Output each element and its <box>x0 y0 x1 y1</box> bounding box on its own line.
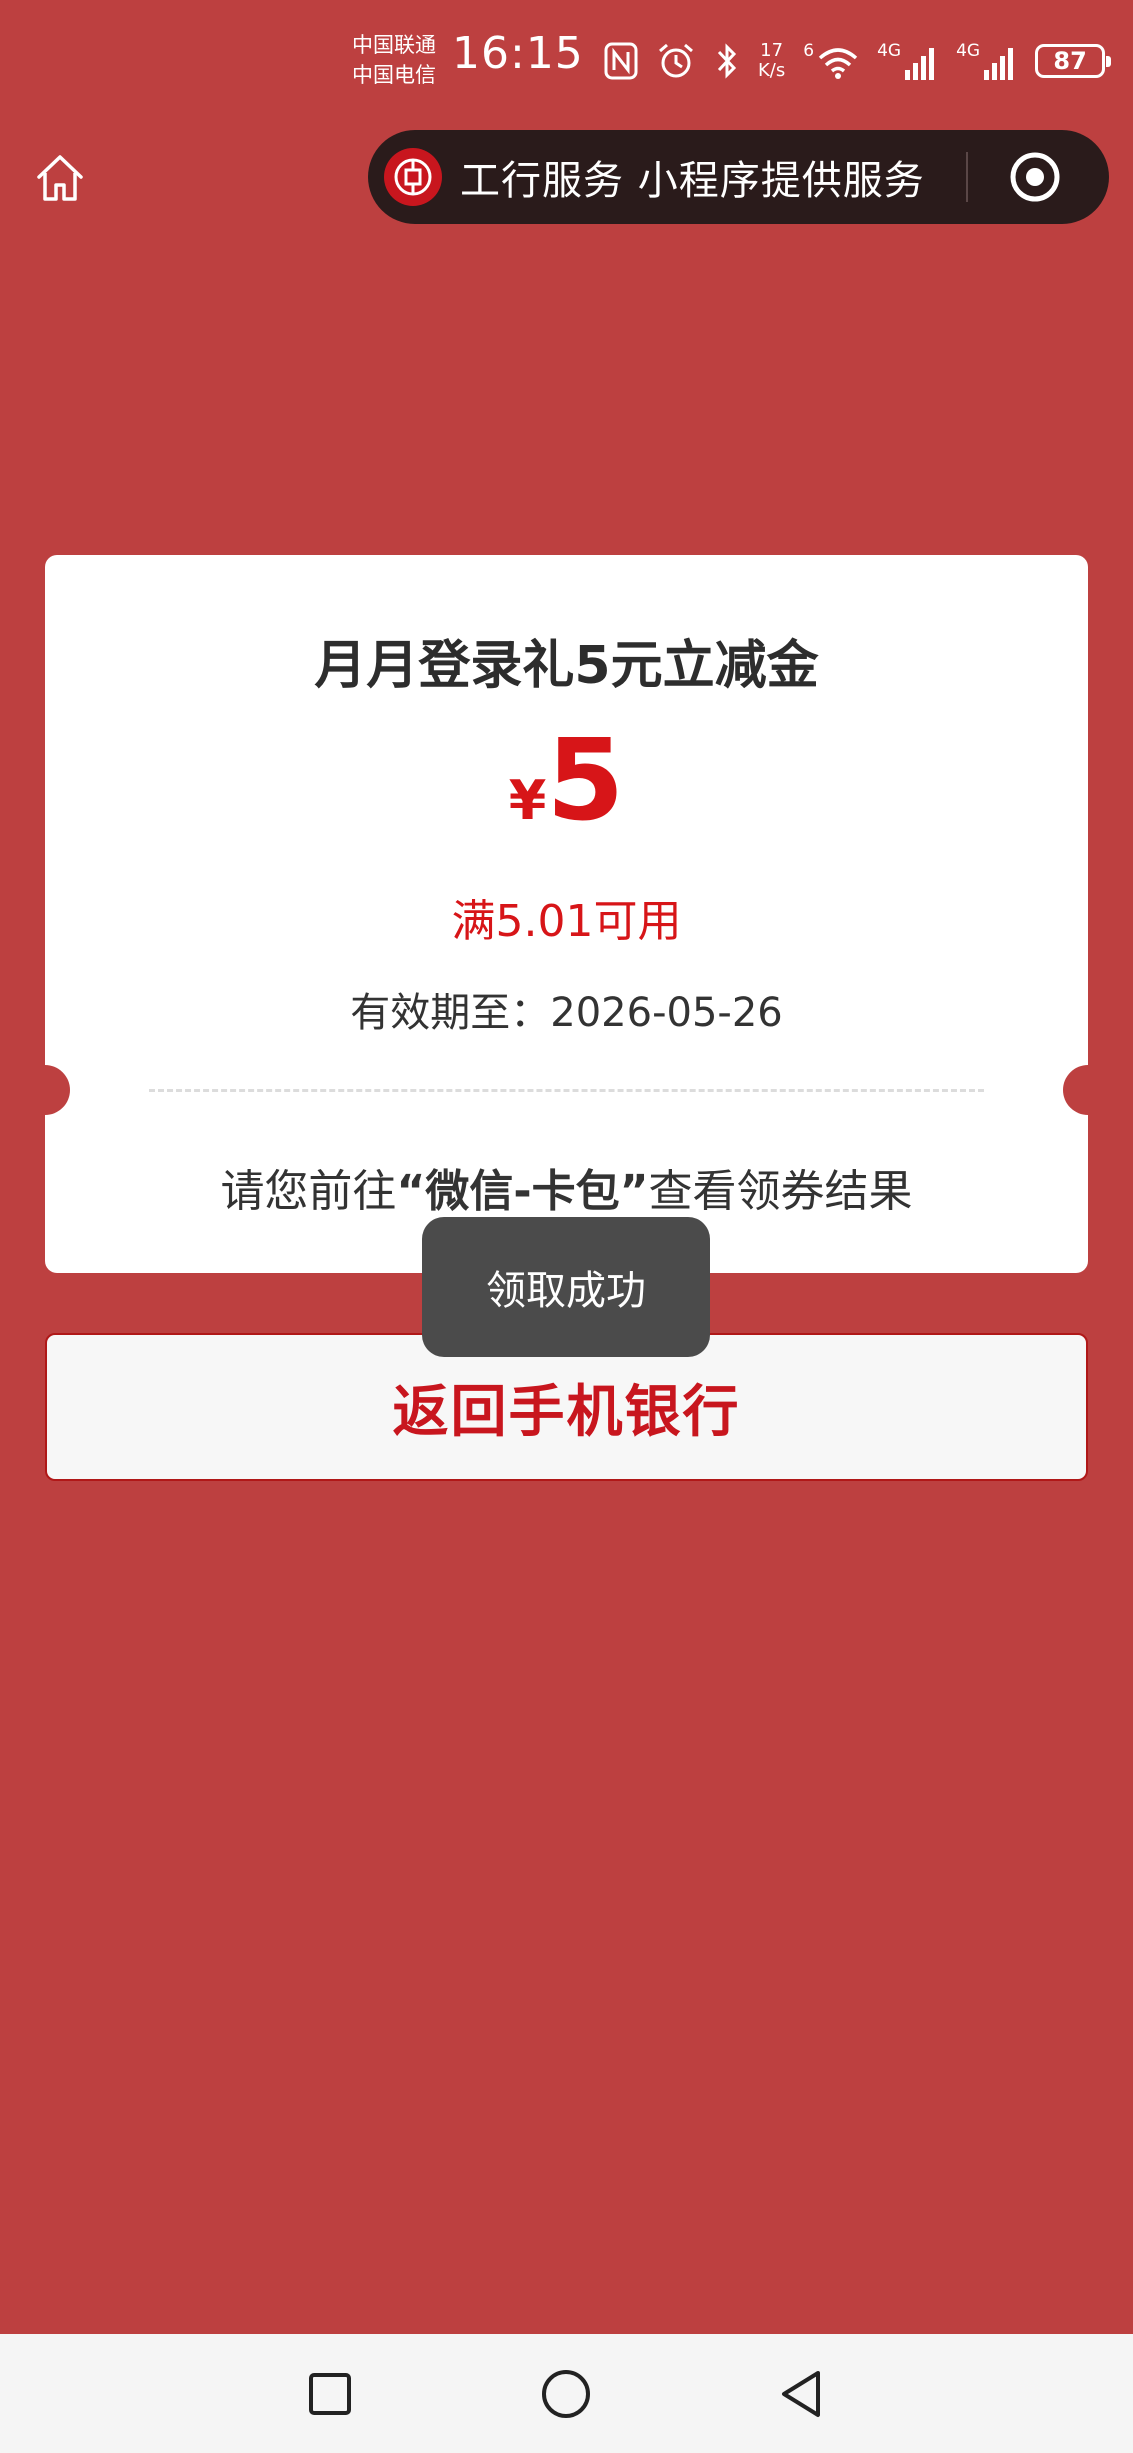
cellular-1-label: 4G <box>877 40 902 61</box>
network-speed: 17 K/s <box>758 41 785 81</box>
carrier-2: 中国电信 <box>352 63 436 87</box>
success-toast: 领取成功 <box>422 1217 710 1357</box>
wifi-icon <box>818 47 858 79</box>
dashed-divider <box>149 1089 984 1092</box>
hint-prefix: 请您前往 <box>220 1166 397 1217</box>
validity-date: 2026-05-26 <box>550 990 783 1036</box>
amount-value: 5 <box>546 716 625 846</box>
signal-icon <box>905 47 935 80</box>
square-icon <box>309 2373 351 2415</box>
carrier-1: 中国联通 <box>352 33 436 57</box>
bluetooth-icon <box>714 42 740 80</box>
target-icon <box>1010 152 1060 202</box>
ticket-notch-right <box>1063 1065 1088 1115</box>
coupon-title: 月月登录礼5元立减金 <box>314 636 819 696</box>
status-bar: 中国联通 中国电信 16:15 17 K/s 6 4G 4G 87 <box>0 0 1133 125</box>
capsule-close-button[interactable] <box>1008 150 1062 204</box>
hint-emphasis: “微信-卡包” <box>396 1166 649 1217</box>
mini-program-capsule[interactable]: 工行服务 小程序提供服务 <box>368 130 1109 224</box>
currency-symbol: ¥ <box>508 769 547 832</box>
coupon-threshold: 满5.01可用 <box>451 896 682 947</box>
cellular-2-label: 4G <box>956 40 981 61</box>
icbc-logo-icon <box>384 148 442 206</box>
nfc-icon <box>604 42 638 80</box>
alarm-icon <box>656 41 696 81</box>
status-time: 16:15 <box>452 28 584 79</box>
ticket-notch-left <box>45 1065 70 1115</box>
coupon-hint: 请您前往“微信-卡包”查看领券结果 <box>45 1155 1088 1219</box>
carrier-labels: 中国联通 中国电信 <box>352 30 436 90</box>
coupon-card: 月月登录礼5元立减金 ¥5 满5.01可用 有效期至：2026-05-26 请您… <box>45 555 1088 1273</box>
status-icons: 17 K/s 6 4G 4G 87 <box>604 36 1112 86</box>
back-button[interactable] <box>766 2358 838 2430</box>
wifi-label: 6 <box>803 40 815 61</box>
capsule-divider <box>966 152 968 202</box>
speed-unit: K/s <box>758 60 786 81</box>
coupon-amount: ¥5 <box>45 725 1088 837</box>
back-triangle-icon <box>782 2371 820 2417</box>
system-navigation-bar <box>0 2334 1133 2453</box>
capsule-service-text: 工行服务 小程序提供服务 <box>460 158 925 204</box>
home-icon <box>37 155 83 201</box>
validity-label: 有效期至： <box>350 990 551 1036</box>
battery-icon: 87 <box>1035 44 1112 78</box>
wifi-indicator: 6 <box>803 40 859 80</box>
home-button[interactable] <box>30 148 90 208</box>
circle-icon <box>542 2370 590 2418</box>
recent-apps-button[interactable] <box>294 2358 366 2430</box>
speed-value: 17 <box>760 40 784 61</box>
home-nav-button[interactable] <box>530 2358 602 2430</box>
coupon-validity: 有效期至：2026-05-26 <box>45 980 1088 1038</box>
hint-suffix: 查看领券结果 <box>648 1166 913 1217</box>
cellular-2: 4G <box>956 40 1017 80</box>
cellular-1: 4G <box>877 40 938 80</box>
signal-icon <box>984 47 1014 80</box>
